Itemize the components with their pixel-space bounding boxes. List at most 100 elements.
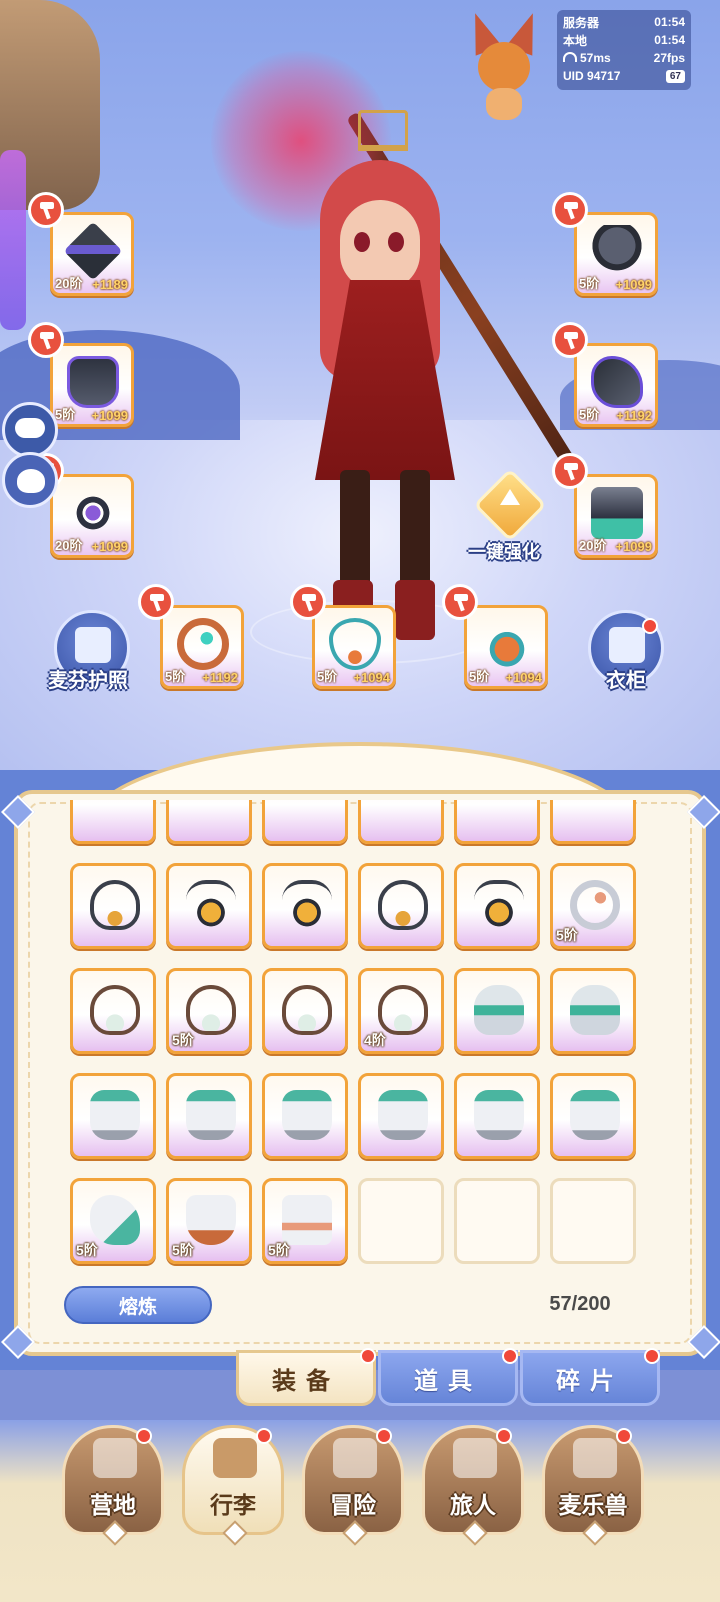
tier-label: 5阶	[556, 927, 578, 943]
traveler-icon	[453, 1438, 497, 1478]
inventory-cell[interactable]	[70, 1073, 156, 1159]
inventory-cell[interactable]	[454, 863, 540, 949]
hammer-icon[interactable]	[552, 322, 588, 358]
equip-slot-belt[interactable]: 20阶 +1099	[50, 474, 134, 558]
inventory-cell[interactable]	[70, 800, 156, 844]
inventory-cell[interactable]: 4阶	[358, 968, 444, 1054]
tier-label: 5阶	[165, 669, 186, 684]
inventory-cell[interactable]	[550, 800, 636, 844]
neck-brown-icon	[186, 985, 236, 1035]
pet-face-icon[interactable]	[2, 452, 58, 508]
pet-companion[interactable]	[462, 8, 546, 122]
equip-slot-amulet[interactable]: 5阶 +1094	[464, 605, 548, 689]
inventory-cell[interactable]	[358, 1073, 444, 1159]
inventory-cell[interactable]	[454, 1073, 540, 1159]
equip-slot-helmet[interactable]: 5阶 +1099	[574, 212, 658, 296]
status-hud: 服务器 01:54 本地 01:54 57ms 27fps UID 94717 …	[557, 10, 691, 90]
server-time: 01:54	[654, 15, 685, 29]
pet-icon	[573, 1438, 617, 1478]
equip-slot-necklace[interactable]: 5阶 +1094	[312, 605, 396, 689]
hammer-icon[interactable]	[28, 192, 64, 228]
inventory-cell[interactable]	[550, 1073, 636, 1159]
helm-green-icon	[570, 985, 620, 1035]
armor-white-icon	[90, 1090, 140, 1140]
passport-label: 麦芬护照	[48, 670, 128, 692]
hammer-icon[interactable]	[552, 192, 588, 228]
hammer-icon[interactable]	[28, 322, 64, 358]
tab-fragments[interactable]: 碎片	[520, 1350, 660, 1406]
hammer-icon[interactable]	[442, 584, 478, 620]
hammer-icon[interactable]	[138, 584, 174, 620]
power-bonus: +1192	[202, 670, 238, 685]
inventory-cell[interactable]	[550, 968, 636, 1054]
inventory-cell[interactable]	[358, 863, 444, 949]
tier-label: 20阶	[55, 276, 83, 291]
light-beam	[0, 150, 26, 330]
inventory-cell[interactable]: 5阶	[166, 968, 252, 1054]
inventory-cell[interactable]	[262, 968, 348, 1054]
tier-label: 5阶	[172, 1032, 194, 1048]
glove-white-icon	[90, 1195, 140, 1245]
neck-gold-icon	[186, 880, 236, 930]
power-bonus: +1192	[616, 408, 652, 423]
smelt-button[interactable]: 熔炼	[64, 1286, 212, 1324]
boots-white-icon	[282, 1195, 332, 1245]
character-boot	[395, 580, 435, 640]
inventory-cell[interactable]	[262, 863, 348, 949]
tier-label: 5阶	[317, 669, 338, 684]
inventory-cell[interactable]	[262, 800, 348, 844]
tier-label: 5阶	[579, 276, 600, 291]
inventory-cell[interactable]	[166, 800, 252, 844]
neck-dark-icon	[90, 880, 140, 930]
server-label: 服务器	[563, 15, 600, 30]
equip-slot-armor[interactable]: 5阶 +1099	[50, 343, 134, 427]
equip-slot-boots[interactable]: 20阶 +1099	[574, 474, 658, 558]
battery-icon: 67	[665, 69, 685, 83]
inventory-cell[interactable]	[358, 800, 444, 844]
armor-white-icon	[570, 1090, 620, 1140]
local-time: 01:54	[654, 33, 685, 47]
fps-value: 27fps	[653, 51, 685, 65]
armor-white-icon	[378, 1090, 428, 1140]
power-bonus: +1189	[92, 277, 128, 292]
chat-icon[interactable]	[2, 402, 58, 458]
tier-label: 5阶	[76, 1242, 98, 1258]
nav-notification-dot	[616, 1428, 632, 1444]
inventory-grid: 5阶 5阶 4阶 5阶 5阶 5阶	[56, 800, 656, 1275]
power-bonus: +1099	[91, 539, 128, 554]
tab-items[interactable]: 道具	[378, 1350, 518, 1406]
nav-label: 旅人	[450, 1492, 496, 1518]
inventory-cell[interactable]: 5阶	[166, 1178, 252, 1264]
inventory-cell[interactable]	[70, 863, 156, 949]
inventory-cell-empty[interactable]	[358, 1178, 444, 1264]
ring-icon	[177, 618, 229, 670]
equip-slot-weapon[interactable]: 20阶 +1189	[50, 212, 134, 296]
neck-dark-icon	[378, 880, 428, 930]
inventory-cell-empty[interactable]	[454, 1178, 540, 1264]
player-character[interactable]	[176, 16, 607, 660]
inventory-cell[interactable]: 5阶	[70, 1178, 156, 1264]
tier-label: 5阶	[579, 407, 600, 422]
inventory-cell-empty[interactable]	[550, 1178, 636, 1264]
staff-icon	[63, 221, 123, 281]
inventory-cell[interactable]	[454, 968, 540, 1054]
chest-icon	[213, 1438, 257, 1478]
equip-slot-gloves[interactable]: 5阶 +1192	[574, 343, 658, 427]
inventory-cell[interactable]: 5阶	[550, 863, 636, 949]
inventory-capacity: 57/200	[549, 1293, 611, 1315]
inventory-cell[interactable]	[262, 1073, 348, 1159]
inventory-cell[interactable]	[454, 800, 540, 844]
hammer-icon[interactable]	[552, 453, 588, 489]
power-bonus: +1094	[505, 670, 542, 685]
wardrobe-label: 衣柜	[606, 670, 646, 692]
one-key-enhance-label: 一键强化	[468, 542, 540, 562]
hammer-icon[interactable]	[290, 584, 326, 620]
inventory-cell[interactable]	[166, 863, 252, 949]
equip-slot-ring[interactable]: 5阶 +1192	[160, 605, 244, 689]
ring-white-icon	[570, 880, 620, 930]
tab-equipment[interactable]: 装备	[236, 1350, 376, 1406]
nav-notification-dot	[256, 1428, 272, 1444]
inventory-cell[interactable]	[70, 968, 156, 1054]
inventory-cell[interactable]: 5阶	[262, 1178, 348, 1264]
inventory-cell[interactable]	[166, 1073, 252, 1159]
